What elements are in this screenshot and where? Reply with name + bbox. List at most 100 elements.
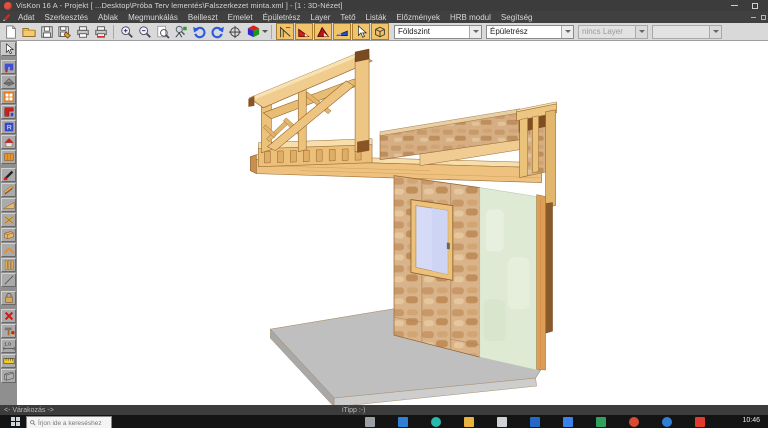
app-icon[interactable]: [365, 417, 375, 427]
truss-frame[interactable]: [248, 49, 372, 153]
tool-beam-3d-button[interactable]: [1, 228, 16, 242]
tool-house-button[interactable]: [1, 135, 16, 149]
roof-tool-blue-button[interactable]: [333, 23, 351, 40]
steel-beam-icon: [3, 370, 15, 382]
roof-red-icon: [316, 25, 330, 39]
menu-item-elozmenyek[interactable]: Előzmények: [391, 13, 445, 22]
search-icon: [30, 420, 36, 426]
zoom-window-button[interactable]: [154, 23, 172, 40]
menu-item-szerkesztes[interactable]: Szerkesztés: [39, 13, 93, 22]
tool-timber-joint-button[interactable]: [1, 213, 16, 227]
app-icon[interactable]: [629, 417, 639, 427]
save-as-icon: [58, 25, 72, 39]
corner-wall-icon: [3, 106, 15, 118]
zoom-in-button[interactable]: [118, 23, 136, 40]
center-view-button[interactable]: [226, 23, 244, 40]
tool-dimension-button[interactable]: 1.0: [1, 339, 16, 353]
redo-icon: [210, 24, 225, 39]
open-button[interactable]: [20, 23, 38, 40]
new-button[interactable]: [2, 23, 20, 40]
tool-steel-beam-button[interactable]: [1, 369, 16, 383]
maximize-icon[interactable]: [752, 3, 758, 9]
cube-3d-icon: [246, 24, 261, 39]
clamp-icon: [3, 292, 15, 304]
tool-cutting-button[interactable]: [1, 168, 16, 182]
minimize-icon[interactable]: [731, 5, 738, 6]
window[interactable]: [411, 200, 453, 281]
status-message: <- Várakozás ->: [0, 407, 54, 414]
menu-item-emelet[interactable]: Emelet: [223, 13, 258, 22]
tool-delete-button[interactable]: [1, 309, 16, 323]
tool-panel-wall-button[interactable]: [1, 150, 16, 164]
mdi-restore-icon[interactable]: [761, 15, 766, 20]
window-handle: [447, 242, 450, 249]
app-icon[interactable]: [596, 417, 606, 427]
document-menu-icon: [3, 13, 11, 21]
redo-button[interactable]: [208, 23, 226, 40]
zoom-auto-button[interactable]: [172, 23, 190, 40]
view-box-3d-button[interactable]: [371, 23, 389, 40]
roof-tool-red-button[interactable]: [314, 23, 332, 40]
menu-item-layer[interactable]: Layer: [305, 13, 335, 22]
green-panel[interactable]: [480, 188, 537, 370]
taskbar-search-input[interactable]: Írjon ide a kereséshez: [26, 416, 112, 428]
tool-line-button[interactable]: [1, 273, 16, 287]
tool-block-r-button[interactable]: R: [1, 120, 16, 134]
tool-window-button[interactable]: [1, 90, 16, 104]
menu-item-epuletresz[interactable]: Épületrész: [258, 13, 306, 22]
roof-blue-icon: [335, 25, 349, 39]
select-cursor-button[interactable]: [352, 23, 370, 40]
tool-roof-button[interactable]: [1, 75, 16, 89]
timber-cut-icon: [3, 199, 15, 211]
tool-wall-button[interactable]: [1, 60, 16, 74]
app-icon[interactable]: [563, 417, 573, 427]
print-button[interactable]: [74, 23, 92, 40]
roof-tool-red-small-button[interactable]: [295, 23, 313, 40]
menu-item-adat[interactable]: Adat: [13, 13, 39, 22]
app-icon[interactable]: [398, 417, 408, 427]
menu-item-listak[interactable]: Listák: [361, 13, 392, 22]
tool-planking-button[interactable]: [1, 183, 16, 197]
extra-select: [652, 25, 722, 39]
print-marked-button[interactable]: [92, 23, 110, 40]
undo-button[interactable]: [190, 23, 208, 40]
app-icon[interactable]: [464, 417, 474, 427]
title-bar: VisKon 16 A - Projekt [ ...Desktop\Próba…: [0, 0, 768, 11]
app-icon[interactable]: [662, 417, 672, 427]
tool-studs-button[interactable]: [1, 258, 16, 272]
menu-item-teto[interactable]: Tető: [335, 13, 360, 22]
menu-item-segitseg[interactable]: Segítség: [496, 13, 538, 22]
app-icon[interactable]: [695, 417, 705, 427]
menu-item-hrb-modul[interactable]: HRB modul: [445, 13, 496, 22]
tool-select-button[interactable]: [1, 42, 16, 56]
save-button[interactable]: [38, 23, 56, 40]
mdi-minimize-icon[interactable]: [751, 17, 756, 18]
planking-icon: [3, 184, 15, 196]
storey-select[interactable]: Földszint: [394, 25, 482, 39]
start-button[interactable]: [11, 417, 20, 426]
menu-item-ablak[interactable]: Ablak: [93, 13, 123, 22]
wood-edge-strip[interactable]: [537, 195, 546, 371]
layer-select: nincs Layer: [578, 25, 648, 39]
tool-repair-button[interactable]: [1, 324, 16, 338]
measure-reference-button[interactable]: [276, 23, 294, 40]
view-box-3d-icon: [373, 25, 387, 39]
tool-corner-wall-button[interactable]: [1, 105, 16, 119]
building-part-select[interactable]: Épületrész: [486, 25, 574, 39]
cutting-tool-icon: [3, 169, 15, 181]
tool-arc-button[interactable]: [1, 243, 16, 257]
tool-clamp-button[interactable]: [1, 291, 16, 305]
osb-deck-band[interactable]: [380, 109, 520, 166]
app-icon[interactable]: [497, 417, 507, 427]
zoom-out-button[interactable]: [136, 23, 154, 40]
cube-3d-button[interactable]: [244, 23, 262, 40]
roof-icon: [3, 76, 15, 88]
viewport-3d[interactable]: [17, 41, 768, 405]
app-icon[interactable]: [530, 417, 540, 427]
menu-item-beilleszt[interactable]: Beilleszt: [183, 13, 223, 22]
save-as-button[interactable]: [56, 23, 74, 40]
app-icon[interactable]: [431, 417, 441, 427]
tool-ruler-button[interactable]: [1, 354, 16, 368]
tool-timber-cut-button[interactable]: [1, 198, 16, 212]
menu-item-megmunkalas[interactable]: Megmunkálás: [123, 13, 183, 22]
